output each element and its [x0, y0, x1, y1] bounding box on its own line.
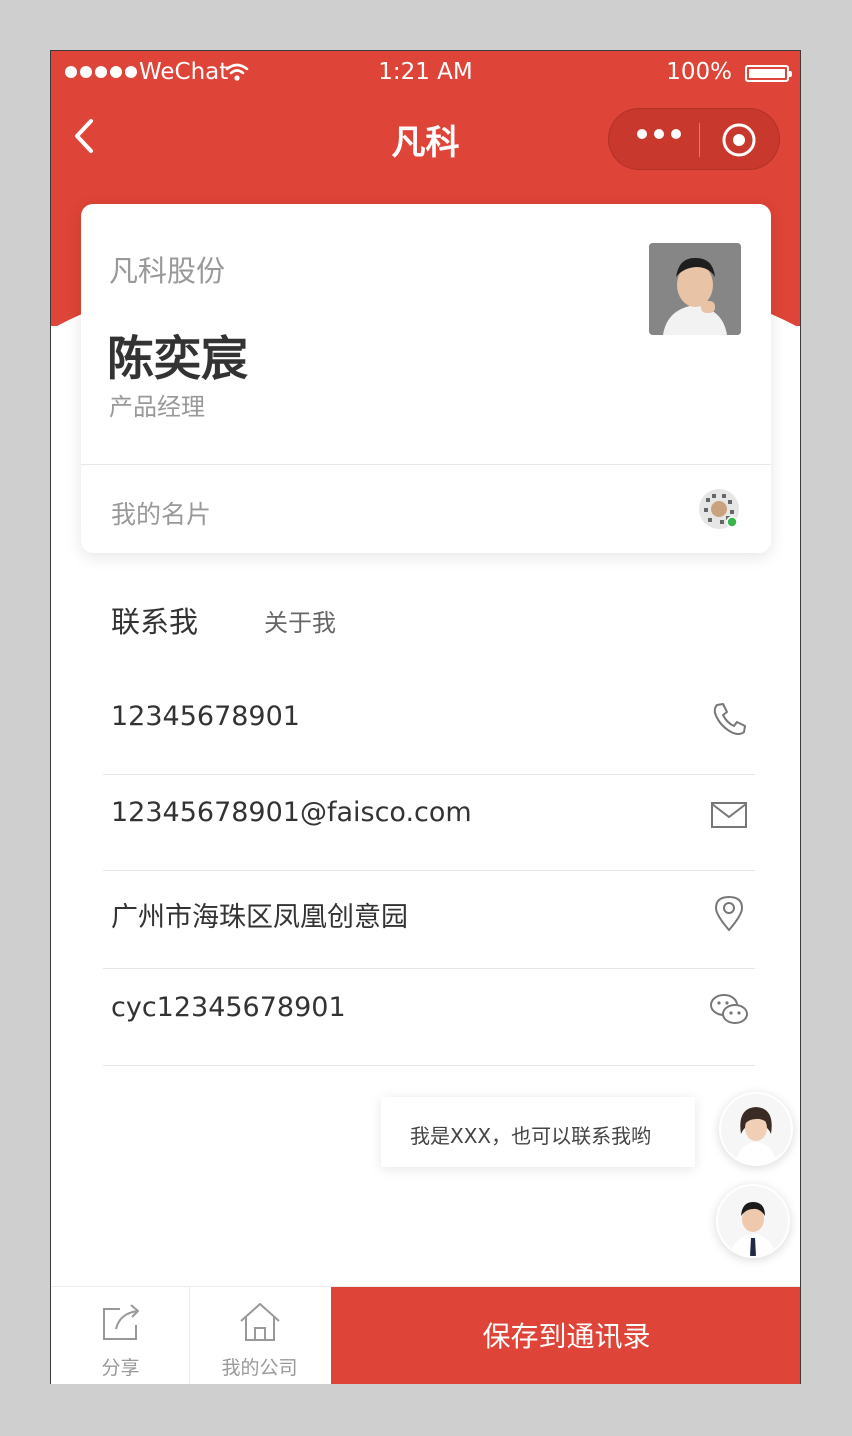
battery-percent: 100% [666, 59, 732, 85]
tab-contact-me[interactable]: 联系我 [111, 599, 198, 641]
share-icon [102, 1304, 139, 1340]
battery-icon [745, 65, 792, 82]
status-bar: WeChat 1:21 AM 100% [51, 51, 800, 93]
chat-bubble-text: 我是XXX，也可以联系我哟 [410, 1124, 652, 1148]
contact-row-address[interactable]: 广州市海珠区凤凰创意园 [103, 871, 755, 969]
phone-screen: WeChat 1:21 AM 100% 凡科 凡科股份 陈奕宸 产品经理 我的名… [50, 50, 801, 1384]
person-name: 陈奕宸 [107, 332, 248, 387]
wechat-icon[interactable] [709, 990, 749, 1030]
qr-code-icon[interactable] [698, 488, 740, 530]
assistant-avatar-female[interactable] [719, 1092, 793, 1166]
assistant-avatar-male[interactable] [716, 1184, 790, 1258]
wechat-id: cyc12345678901 [111, 992, 346, 1023]
chat-bubble[interactable]: 我是XXX，也可以联系我哟 [381, 1097, 695, 1167]
contact-row-email[interactable]: 12345678901@faisco.com [103, 773, 755, 871]
close-target-icon[interactable] [720, 121, 758, 159]
share-label: 分享 [101, 1357, 140, 1379]
contact-row-wechat[interactable]: cyc12345678901 [103, 968, 755, 1066]
more-icon[interactable] [637, 129, 681, 139]
mail-icon[interactable] [709, 795, 749, 835]
tab-about-me[interactable]: 关于我 [264, 603, 336, 638]
my-company-label: 我的公司 [221, 1357, 298, 1379]
avatar[interactable] [649, 243, 741, 335]
location-icon[interactable] [709, 893, 749, 933]
card-divider [81, 464, 771, 465]
save-to-contacts-button[interactable]: 保存到通讯录 [331, 1287, 800, 1384]
bottom-action-bar: 分享 我的公司 保存到通讯录 [51, 1286, 800, 1384]
contact-row-phone[interactable]: 12345678901 [103, 677, 755, 775]
company-name: 凡科股份 [109, 254, 226, 288]
email-address: 12345678901@faisco.com [111, 797, 472, 828]
my-card-label[interactable]: 我的名片 [111, 495, 211, 531]
address: 广州市海珠区凤凰创意园 [111, 902, 408, 933]
capsule-divider [699, 123, 700, 157]
home-icon [239, 1303, 280, 1341]
share-button[interactable]: 分享 [51, 1287, 190, 1384]
phone-number: 12345678901 [111, 701, 300, 732]
my-company-button[interactable]: 我的公司 [190, 1287, 329, 1384]
business-card: 凡科股份 陈奕宸 产品经理 我的名片 [81, 204, 771, 553]
job-title: 产品经理 [109, 393, 205, 421]
phone-icon[interactable] [709, 699, 749, 739]
mini-program-capsule [608, 108, 780, 170]
